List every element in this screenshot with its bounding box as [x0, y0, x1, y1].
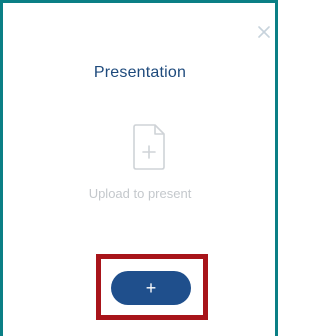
add-presentation-button[interactable]: + — [111, 271, 191, 305]
close-button[interactable] — [256, 24, 272, 40]
presentation-panel: Presentation Upload to present + — [0, 0, 280, 336]
close-icon — [258, 26, 270, 38]
panel-title: Presentation — [93, 64, 187, 81]
upload-hint: Upload to present — [88, 186, 192, 201]
document-add-icon — [133, 124, 165, 170]
